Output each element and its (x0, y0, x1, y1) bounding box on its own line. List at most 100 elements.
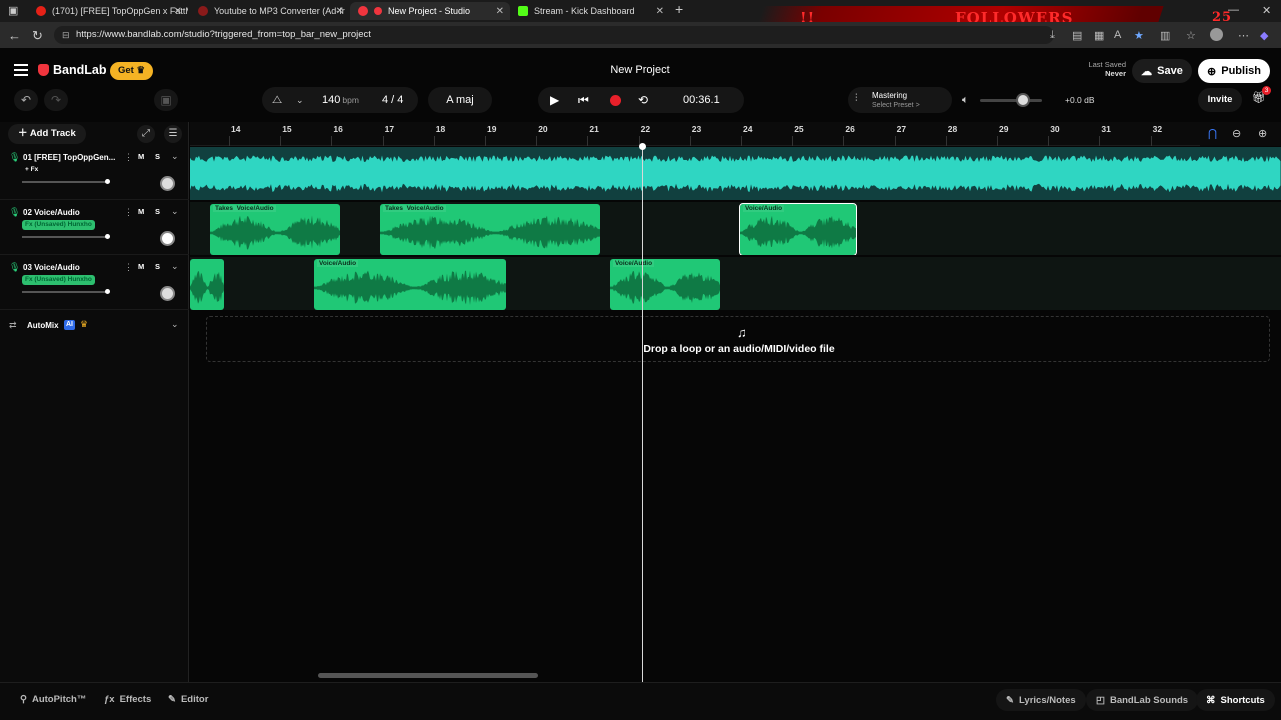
redo-icon[interactable]: ↷ (44, 89, 68, 111)
tab-actions-icon[interactable]: ▣ (8, 4, 18, 17)
zoom-in-icon[interactable]: ⊕ (1258, 127, 1267, 140)
autopitch-button[interactable]: ⚲ AutoPitch™ (20, 694, 86, 705)
tab-bandlab-studio[interactable]: New Project - Studio ✕ (350, 2, 510, 20)
favorites-icon[interactable]: ☆ (1186, 29, 1196, 42)
audio-region[interactable] (190, 259, 224, 310)
region-tool-icon[interactable]: ▣ (154, 89, 178, 111)
key-selector[interactable]: A maj (428, 87, 492, 113)
project-title[interactable]: New Project (560, 64, 720, 76)
minimize-icon[interactable]: — (1228, 4, 1239, 16)
track-volume-knob[interactable] (105, 179, 110, 184)
timeline-ruler[interactable]: 14 15 16 17 18 19 20 21 22 23 24 25 26 27 28 29 30 31 32 (190, 122, 1281, 146)
new-tab-button[interactable]: + (675, 1, 683, 17)
track-settings-icon[interactable]: ☰ (164, 125, 182, 143)
fx-preset-badge[interactable]: Fx (Unsaved) Hunxho (22, 220, 95, 230)
chevron-down-icon[interactable]: ⌄ (171, 261, 179, 272)
site-info-icon[interactable]: ⊟ (62, 30, 70, 41)
chevron-down-icon[interactable]: ⌄ (171, 206, 179, 217)
audio-region[interactable]: Takes Voice/Audio (380, 204, 600, 255)
solo-button[interactable]: S (155, 207, 160, 216)
back-icon[interactable]: ← (8, 28, 21, 43)
metronome-dropdown-icon[interactable]: ⌄ (296, 95, 304, 106)
bandlab-sounds-button[interactable]: ◰ BandLab Sounds (1086, 689, 1199, 711)
loop-icon[interactable]: ⟲ (638, 93, 648, 107)
record-button[interactable] (610, 94, 621, 106)
tab-youtube[interactable]: (1701) [FREE] TopOppGen x FattM ✕ (28, 2, 188, 20)
pan-knob[interactable] (160, 231, 175, 246)
close-tab-icon[interactable]: ✕ (656, 6, 664, 17)
track-volume-slider[interactable] (22, 236, 108, 238)
track-menu-icon[interactable]: ⋮ (124, 152, 133, 163)
automix-row[interactable]: ⇄ AutoMix AI ♛ ⌄ (0, 314, 189, 338)
lyrics-notes-button[interactable]: ✎ Lyrics/Notes (996, 689, 1086, 711)
close-tab-icon[interactable]: ✕ (336, 6, 344, 17)
horizontal-scrollbar[interactable] (318, 673, 538, 678)
audio-region[interactable]: Voice/Audio (314, 259, 506, 310)
chevron-down-icon[interactable]: ⌄ (171, 319, 179, 330)
mastering-selector[interactable]: ⫶ Mastering Select Preset > (848, 87, 952, 113)
track-menu-icon[interactable]: ⋮ (124, 207, 133, 218)
favorite-star-icon[interactable]: ★ (1134, 29, 1144, 42)
metronome-icon[interactable]: ⧍ (272, 94, 282, 107)
add-fx-button[interactable]: + Fx (22, 165, 41, 175)
audio-region-selected[interactable]: Voice/Audio (739, 203, 857, 255)
publish-button[interactable]: ⊕ Publish (1198, 59, 1270, 83)
track-name[interactable]: 02 Voice/Audio (23, 208, 119, 217)
playhead-handle[interactable] (639, 143, 646, 150)
mute-button[interactable]: M (138, 207, 144, 216)
zoom-out-icon[interactable]: ⊖ (1232, 127, 1241, 140)
drop-zone[interactable]: ♫ Drop a loop or an audio/MIDI/video fil… (206, 316, 1270, 362)
master-volume-knob[interactable] (1016, 93, 1030, 107)
more-icon[interactable]: ⋯ (1238, 29, 1249, 42)
track-name[interactable]: 01 [FREE] TopOppGen... (23, 153, 119, 162)
editor-button[interactable]: ✎ Editor (168, 694, 208, 705)
solo-button[interactable]: S (155, 152, 160, 161)
shortcuts-button[interactable]: ⌘ Shortcuts (1196, 689, 1275, 711)
mute-button[interactable]: M (138, 262, 144, 271)
speaker-icon[interactable]: 🔈︎ (962, 94, 969, 107)
chevron-down-icon[interactable]: ⌄ (171, 151, 179, 162)
track-lane-3[interactable]: Voice/Audio Voice/Audio (190, 257, 1281, 311)
fx-preset-badge[interactable]: Fx (Unsaved) Hunxho (22, 275, 95, 285)
tab-mp3-converter[interactable]: Youtube to MP3 Converter (Ad-fr ✕ (190, 2, 350, 20)
track-header-2[interactable]: 🎙︎ 02 Voice/Audio ⋮ M S ⌄ Fx (Unsaved) H… (0, 201, 189, 255)
track-volume-slider[interactable] (22, 181, 108, 183)
track-lane-1[interactable] (190, 147, 1281, 201)
close-window-icon[interactable]: ✕ (1262, 4, 1271, 17)
get-membership-button[interactable]: Get ♛ (110, 62, 154, 80)
audio-region[interactable]: Voice/Audio (610, 259, 720, 310)
play-icon[interactable]: ▶ (550, 93, 559, 107)
tab-kick-dashboard[interactable]: Stream - Kick Dashboard ✕ (510, 2, 670, 20)
undo-icon[interactable]: ↶ (14, 89, 38, 111)
close-tab-icon[interactable]: ✕ (496, 6, 504, 17)
audio-region[interactable]: Takes Voice/Audio (210, 204, 340, 255)
add-track-button[interactable]: ＋ Add Track (8, 124, 86, 144)
save-button[interactable]: ☁ Save (1132, 59, 1192, 83)
bandlab-logo[interactable]: BandLab (38, 63, 106, 77)
playhead[interactable] (642, 146, 643, 682)
track-volume-knob[interactable] (105, 289, 110, 294)
menu-icon[interactable] (14, 64, 28, 79)
split-screen-icon[interactable]: ▥ (1160, 29, 1170, 42)
track-header-3[interactable]: 🎙︎ 03 Voice/Audio ⋮ M S ⌄ Fx (Unsaved) H… (0, 256, 189, 310)
track-volume-slider[interactable] (22, 291, 108, 293)
master-volume-slider[interactable] (980, 99, 1042, 102)
bpm-value[interactable]: 140 bpm (322, 94, 359, 106)
effects-button[interactable]: ƒx Effects (104, 694, 151, 705)
apps-icon[interactable]: ▤ (1072, 29, 1082, 42)
track-lane-2[interactable]: Takes Voice/Audio Takes Voice/Audio Voic… (190, 202, 1281, 256)
solo-button[interactable]: S (155, 262, 160, 271)
time-signature[interactable]: 4 / 4 (382, 94, 403, 106)
translate-icon[interactable]: ▦ (1094, 29, 1104, 42)
copilot-icon[interactable]: ◆ (1260, 29, 1268, 42)
profile-avatar[interactable] (1210, 28, 1223, 41)
track-volume-knob[interactable] (105, 234, 110, 239)
invite-button[interactable]: Invite (1198, 88, 1242, 112)
track-header-1[interactable]: 🎙︎ 01 [FREE] TopOppGen... ⋮ M S ⌄ + Fx (0, 146, 189, 200)
snap-magnet-icon[interactable]: ⋂ (1208, 127, 1217, 140)
pan-knob[interactable] (160, 286, 175, 301)
mute-button[interactable]: M (138, 152, 144, 161)
read-aloud-icon[interactable]: A (1114, 29, 1121, 41)
reload-icon[interactable]: ↻ (32, 28, 43, 44)
automation-icon[interactable]: ⤢ (137, 125, 155, 143)
